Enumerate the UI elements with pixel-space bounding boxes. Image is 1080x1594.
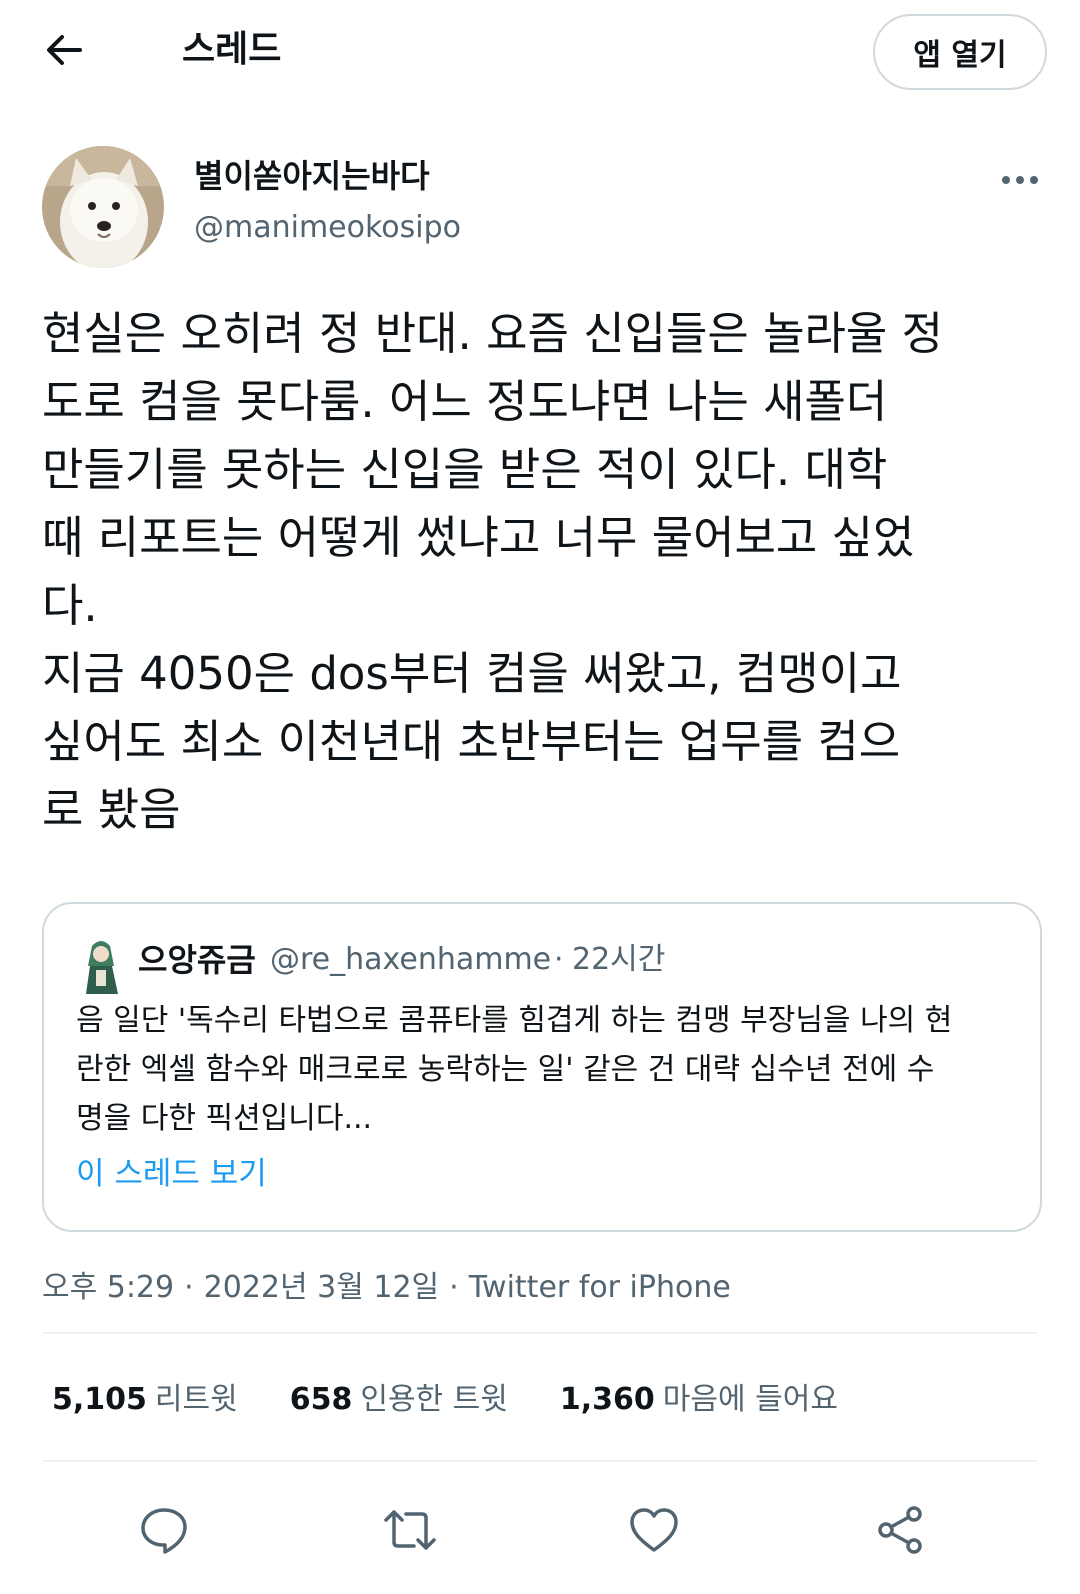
tweet-text: 현실은 오히려 정 반대. 요즘 신입들은 놀라울 정 도로 컴을 못다룸. 어… (42, 300, 1042, 844)
quotes-count: 658 (289, 1382, 353, 1417)
tweet-text-line: 만들기를 못하는 신입을 받은 적이 있다. 대학 (42, 443, 888, 496)
tweet-source[interactable]: Twitter for iPhone (469, 1270, 731, 1305)
page-title: 스레드 (182, 29, 282, 70)
quote-text-line: 명을 다한 픽션입니다... (76, 1101, 373, 1136)
like-icon (630, 1508, 678, 1552)
dog-avatar-image (42, 146, 164, 268)
retweet-button[interactable] (378, 1498, 442, 1562)
tweet-text-line: 지금 4050은 dos부터 컴을 써왔고, 컴맹이고 (42, 647, 902, 700)
share-icon (878, 1506, 922, 1554)
tweet-meta: 오후 5:29 · 2022년 3월 12일 · Twitter for iPhone (42, 1266, 731, 1310)
quoted-tweet-card[interactable]: 으앙쥬금 @re_haxenhamme · 22시간 음 일단 '독수리 타법으… (42, 902, 1042, 1232)
quote-author-avatar (78, 936, 124, 994)
reply-button[interactable] (132, 1498, 196, 1562)
top-bar: 스레드 앱 열기 (0, 0, 1080, 100)
open-app-button[interactable]: 앱 열기 (873, 14, 1047, 90)
engagement-stats: 5,105 리트윗 658 인용한 트윗 1,360 마음에 들어요 (52, 1372, 890, 1420)
tweet-date: 2022년 3월 12일 (203, 1270, 440, 1305)
retweets-count: 5,105 (52, 1382, 147, 1417)
quote-text-line: 음 일단 '독수리 타법으로 콤퓨타를 힘겹게 하는 컴맹 부장님을 나의 현 (76, 1003, 953, 1038)
tweet-text-line: 로 봤음 (42, 783, 181, 836)
retweets-label: 리트윗 (154, 1382, 238, 1417)
back-button[interactable] (40, 26, 88, 74)
tweet-time: 오후 5:29 (42, 1270, 175, 1305)
show-thread-link[interactable]: 이 스레드 보기 (76, 1152, 267, 1196)
tweet-text-line: 도로 컴을 못다룸. 어느 정도냐면 나는 새폴더 (42, 375, 888, 428)
likes-stat[interactable]: 1,360 마음에 들어요 (560, 1374, 838, 1418)
quotes-stat[interactable]: 658 인용한 트윗 (290, 1374, 508, 1418)
quote-text: 음 일단 '독수리 타법으로 콤퓨타를 힘겹게 하는 컴맹 부장님을 나의 현 … (76, 996, 1016, 1143)
quote-text-line: 란한 엑셀 함수와 매크로로 농락하는 일' 같은 건 대략 십수년 전에 수 (76, 1052, 935, 1087)
quote-author-name: 으앙쥬금 (138, 941, 256, 979)
divider (42, 1460, 1038, 1462)
share-button[interactable] (868, 1498, 932, 1562)
author-name[interactable]: 별이쏟아지는바다 (194, 156, 430, 196)
divider (42, 1332, 1038, 1334)
tweet-text-line: 다. (42, 579, 98, 632)
tweet-text-line: 때 리포트는 어떻게 썼냐고 너무 물어보고 싶었 (42, 511, 915, 564)
like-button[interactable] (622, 1498, 686, 1562)
more-options-button[interactable] (996, 160, 1044, 200)
quotes-label: 인용한 트윗 (360, 1382, 508, 1417)
tweet-text-line: 현실은 오히려 정 반대. 요즘 신입들은 놀라울 정 (42, 307, 944, 360)
quote-timestamp: 22시간 (572, 942, 666, 977)
quote-separator: · (554, 942, 564, 977)
author-avatar[interactable] (42, 146, 164, 268)
arrow-left-icon (47, 35, 82, 65)
meta-separator: · (184, 1270, 194, 1305)
more-horizontal-icon (1002, 176, 1038, 184)
retweets-stat[interactable]: 5,105 리트윗 (52, 1374, 238, 1418)
reply-icon (141, 1508, 187, 1554)
meta-separator: · (449, 1270, 459, 1305)
tweet-text-line: 싶어도 최소 이천년대 초반부터는 업무를 컴으 (42, 715, 901, 768)
quote-author-handle: @re_haxenhamme (270, 942, 552, 977)
author-handle[interactable]: @manimeokosipo (194, 208, 461, 248)
retweet-icon (384, 1510, 436, 1550)
character-avatar-image (86, 941, 118, 994)
likes-label: 마음에 들어요 (662, 1382, 838, 1417)
likes-count: 1,360 (559, 1382, 655, 1417)
